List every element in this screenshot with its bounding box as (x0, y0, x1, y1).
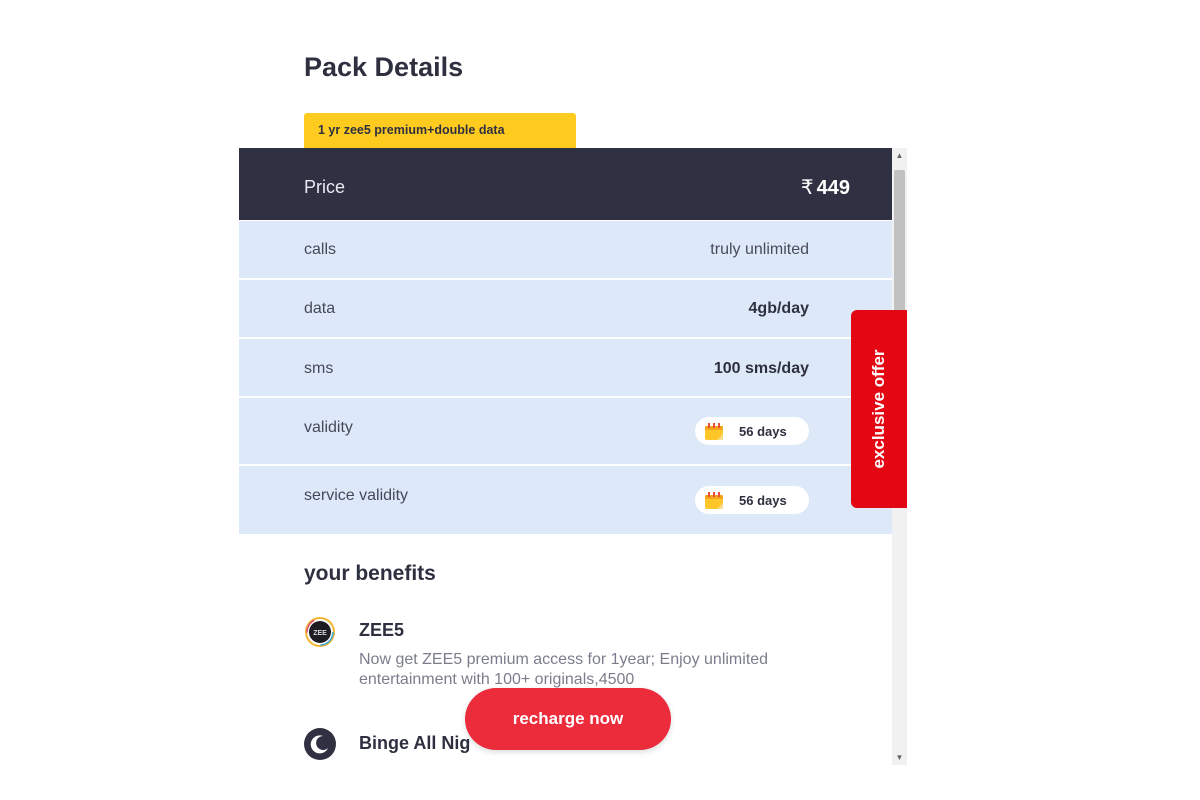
benefit-description: Now get ZEE5 premium access for 1year; E… (359, 651, 769, 688)
svg-text:ZEE: ZEE (313, 630, 327, 637)
detail-label: sms (304, 360, 334, 377)
moon-icon (304, 728, 336, 760)
benefit-name: Binge All Nig (359, 733, 471, 753)
scroll-up-arrow-icon[interactable]: ▲ (892, 148, 907, 163)
detail-label: validity (304, 419, 353, 436)
validity-days: 56 days (739, 424, 787, 439)
calendar-icon (705, 423, 723, 440)
price-amount: 449 (816, 177, 850, 199)
detail-label: service validity (304, 487, 409, 504)
service-validity-chip: 56 days (695, 486, 809, 514)
detail-row-validity: validity 56 days (239, 398, 892, 464)
benefits-heading: your benefits (304, 562, 436, 585)
exclusive-offer-label: exclusive offer (869, 349, 888, 469)
price-row: Price ₹449 (239, 148, 892, 220)
price-label: Price (304, 177, 346, 197)
exclusive-offer-tab[interactable]: exclusive offer (851, 310, 907, 508)
price-value: ₹449 (801, 175, 850, 200)
detail-value: 100 sms/day (713, 360, 809, 377)
service-validity-days: 56 days (739, 493, 787, 508)
benefit-name: ZEE5 (359, 620, 405, 640)
pack-tag-badge: 1 yr zee5 premium+double data (304, 113, 576, 149)
recharge-now-button[interactable]: recharge now (465, 688, 671, 750)
page-title: Pack Details (304, 52, 464, 82)
pack-details-panel: Price ₹449 calls truly unlimited data 4g… (239, 148, 892, 765)
detail-row-service-validity: service validity 56 days (239, 466, 892, 534)
detail-label: data (304, 300, 336, 317)
currency-symbol: ₹ (800, 177, 814, 199)
detail-value: 4gb/day (748, 300, 809, 317)
scroll-thumb[interactable] (894, 170, 905, 326)
detail-label: calls (304, 241, 337, 258)
calendar-icon (705, 492, 723, 509)
detail-row-calls: calls truly unlimited (239, 221, 892, 278)
detail-value: truly unlimited (710, 241, 809, 258)
zee5-logo-icon: ZEE (305, 617, 335, 647)
scroll-down-arrow-icon[interactable]: ▼ (892, 750, 907, 765)
validity-chip: 56 days (695, 417, 809, 445)
detail-row-sms: sms 100 sms/day (239, 339, 892, 396)
detail-row-data: data 4gb/day (239, 280, 892, 337)
